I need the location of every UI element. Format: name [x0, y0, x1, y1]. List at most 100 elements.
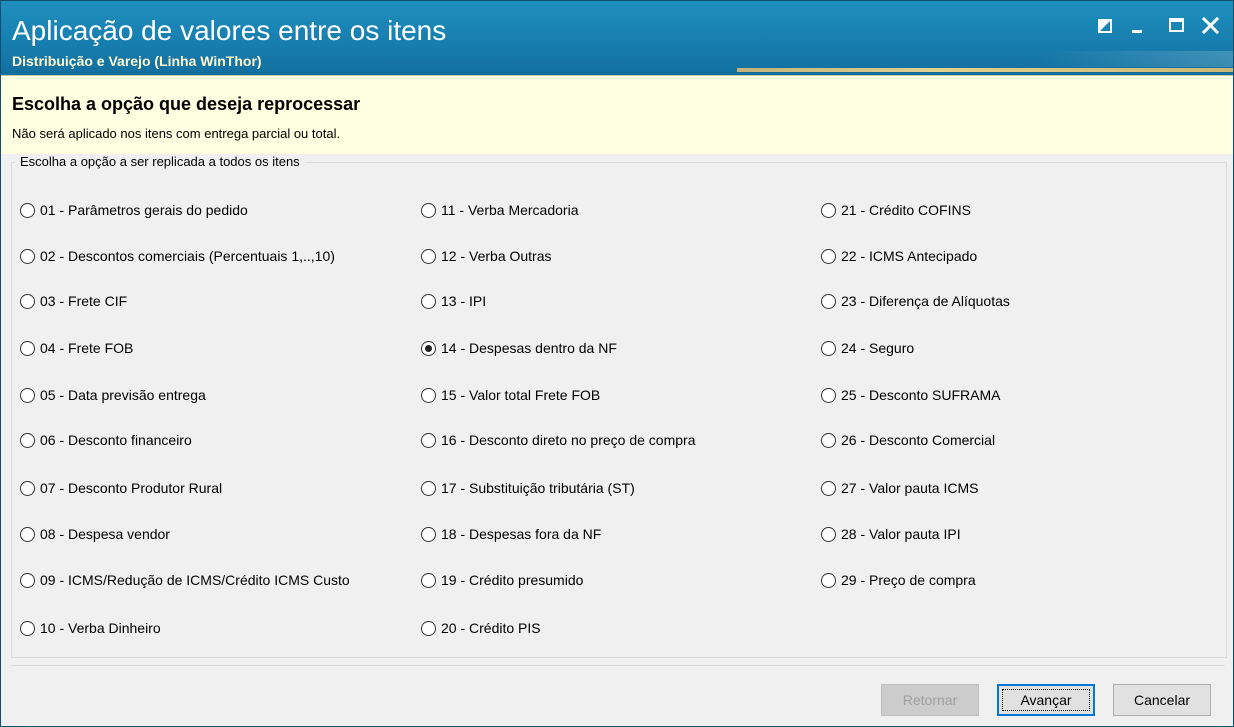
- option-label: 28 - Valor pauta IPI: [841, 526, 961, 542]
- option-01[interactable]: 01 - Parâmetros gerais do pedido: [20, 199, 248, 221]
- option-13[interactable]: 13 - IPI: [421, 290, 486, 312]
- radio-button-icon[interactable]: [20, 293, 35, 309]
- option-label: 06 - Desconto financeiro: [40, 432, 192, 448]
- option-14[interactable]: 14 - Despesas dentro da NF: [421, 337, 617, 359]
- option-label: 10 - Verba Dinheiro: [40, 620, 161, 636]
- option-25[interactable]: 25 - Desconto SUFRAMA: [821, 384, 1001, 406]
- option-label: 29 - Preço de compra: [841, 572, 976, 588]
- option-22[interactable]: 22 - ICMS Antecipado: [821, 245, 977, 267]
- option-label: 17 - Substituição tributária (ST): [441, 480, 635, 496]
- restore-icon[interactable]: [1092, 13, 1118, 39]
- instruction-header: Escolha a opção que deseja reprocessar N…: [1, 75, 1233, 154]
- minimize-icon[interactable]: [1125, 13, 1151, 39]
- title-bar[interactable]: Aplicação de valores entre os itens Dist…: [1, 1, 1233, 75]
- radio-button-icon[interactable]: [821, 572, 836, 588]
- option-label: 08 - Despesa vendor: [40, 526, 170, 542]
- radio-button-icon[interactable]: [821, 480, 836, 496]
- window-subtitle: Distribuição e Varejo (Linha WinThor): [12, 53, 262, 69]
- option-label: 24 - Seguro: [841, 340, 915, 356]
- radio-button-icon[interactable]: [20, 620, 35, 636]
- radio-button-icon[interactable]: [821, 293, 836, 309]
- title-decoration: [1041, 51, 1233, 67]
- option-20[interactable]: 20 - Crédito PIS: [421, 617, 541, 639]
- option-label: 20 - Crédito PIS: [441, 620, 541, 636]
- option-label: 02 - Descontos comerciais (Percentuais 1…: [40, 248, 335, 264]
- option-04[interactable]: 04 - Frete FOB: [20, 337, 133, 359]
- option-label: 21 - Crédito COFINS: [841, 202, 971, 218]
- option-11[interactable]: 11 - Verba Mercadoria: [421, 199, 578, 221]
- radio-button-icon[interactable]: [421, 432, 436, 448]
- option-07[interactable]: 07 - Desconto Produtor Rural: [20, 477, 222, 499]
- option-label: 25 - Desconto SUFRAMA: [841, 387, 1001, 403]
- title-accent-line: [737, 68, 1233, 72]
- radio-button-icon[interactable]: [421, 387, 436, 403]
- option-28[interactable]: 28 - Valor pauta IPI: [821, 523, 961, 545]
- option-10[interactable]: 10 - Verba Dinheiro: [20, 617, 161, 639]
- radio-button-icon[interactable]: [421, 572, 436, 588]
- option-label: 16 - Desconto direto no preço de compra: [441, 432, 696, 448]
- option-15[interactable]: 15 - Valor total Frete FOB: [421, 384, 600, 406]
- option-29[interactable]: 29 - Preço de compra: [821, 569, 976, 591]
- option-05[interactable]: 05 - Data previsão entrega: [20, 384, 206, 406]
- option-label: 15 - Valor total Frete FOB: [441, 387, 601, 403]
- radio-button-icon[interactable]: [421, 248, 436, 264]
- footer-divider: [11, 665, 1225, 666]
- radio-button-icon[interactable]: [20, 480, 35, 496]
- option-label: 22 - ICMS Antecipado: [841, 248, 978, 264]
- option-19[interactable]: 19 - Crédito presumido: [421, 569, 583, 591]
- option-18[interactable]: 18 - Despesas fora da NF: [421, 523, 601, 545]
- option-label: 09 - ICMS/Redução de ICMS/Crédito ICMS C…: [40, 572, 350, 588]
- radio-button-icon[interactable]: [20, 387, 35, 403]
- radio-button-icon[interactable]: [821, 340, 836, 356]
- radio-button-icon[interactable]: [421, 526, 436, 542]
- back-button[interactable]: Retornar: [881, 684, 979, 716]
- option-label: 23 - Diferença de Alíquotas: [841, 293, 1010, 309]
- radio-button-icon[interactable]: [821, 526, 836, 542]
- radio-button-icon[interactable]: [20, 202, 35, 218]
- header-subtitle: Não será aplicado nos itens com entrega …: [12, 126, 341, 141]
- radio-button-icon[interactable]: [20, 526, 35, 542]
- option-06[interactable]: 06 - Desconto financeiro: [20, 429, 192, 451]
- option-24[interactable]: 24 - Seguro: [821, 337, 914, 359]
- option-label: 12 - Verba Outras: [441, 248, 552, 264]
- cancel-button[interactable]: Cancelar: [1113, 684, 1211, 716]
- radio-button-icon[interactable]: [421, 480, 436, 496]
- option-03[interactable]: 03 - Frete CIF: [20, 290, 127, 312]
- radio-button-icon[interactable]: [20, 340, 35, 356]
- option-09[interactable]: 09 - ICMS/Redução de ICMS/Crédito ICMS C…: [20, 569, 350, 591]
- option-label: 19 - Crédito presumido: [441, 572, 584, 588]
- option-label: 18 - Despesas fora da NF: [441, 526, 602, 542]
- radio-button-icon[interactable]: [20, 572, 35, 588]
- cancel-button-label: Cancelar: [1133, 692, 1191, 708]
- option-label: 07 - Desconto Produtor Rural: [40, 480, 223, 496]
- option-17[interactable]: 17 - Substituição tributária (ST): [421, 477, 635, 499]
- close-icon[interactable]: [1198, 13, 1224, 39]
- radio-button-icon[interactable]: [821, 248, 836, 264]
- option-26[interactable]: 26 - Desconto Comercial: [821, 429, 995, 451]
- radio-button-icon[interactable]: [821, 202, 836, 218]
- radio-button-icon[interactable]: [20, 248, 35, 264]
- option-label: 05 - Data previsão entrega: [40, 387, 206, 403]
- option-23[interactable]: 23 - Diferença de Alíquotas: [821, 290, 1010, 312]
- option-02[interactable]: 02 - Descontos comerciais (Percentuais 1…: [20, 245, 335, 267]
- radio-button-icon[interactable]: [421, 202, 436, 218]
- radio-button-icon[interactable]: [20, 432, 35, 448]
- next-button-label: Avançar: [1020, 692, 1072, 708]
- option-16[interactable]: 16 - Desconto direto no preço de compra: [421, 429, 695, 451]
- radio-button-icon[interactable]: [421, 293, 436, 309]
- option-27[interactable]: 27 - Valor pauta ICMS: [821, 477, 978, 499]
- option-label: 27 - Valor pauta ICMS: [841, 480, 979, 496]
- option-12[interactable]: 12 - Verba Outras: [421, 245, 552, 267]
- option-08[interactable]: 08 - Despesa vendor: [20, 523, 170, 545]
- maximize-icon[interactable]: [1164, 13, 1190, 39]
- option-label: 04 - Frete FOB: [40, 340, 134, 356]
- option-21[interactable]: 21 - Crédito COFINS: [821, 199, 971, 221]
- option-label: 13 - IPI: [441, 293, 487, 309]
- next-button[interactable]: Avançar: [997, 684, 1095, 716]
- radio-button-icon[interactable]: [421, 620, 436, 636]
- option-label: 01 - Parâmetros gerais do pedido: [40, 202, 248, 218]
- radio-button-selected-icon[interactable]: [421, 340, 436, 356]
- radio-button-icon[interactable]: [821, 387, 836, 403]
- radio-button-icon[interactable]: [821, 432, 836, 448]
- window-title: Aplicação de valores entre os itens: [12, 15, 447, 46]
